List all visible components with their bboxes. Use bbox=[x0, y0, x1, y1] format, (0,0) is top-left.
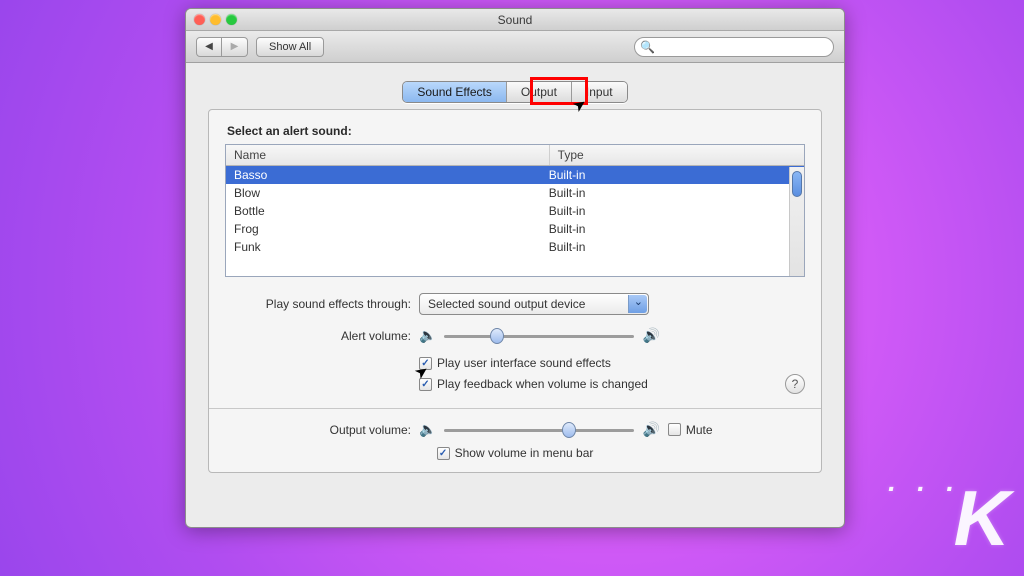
close-icon[interactable] bbox=[194, 14, 205, 25]
output-volume-label: Output volume: bbox=[225, 423, 411, 437]
table-body: Basso Built-in Blow Built-in Bottle Buil… bbox=[226, 166, 804, 276]
titlebar: Sound bbox=[186, 9, 844, 31]
back-button[interactable]: ◀ bbox=[196, 37, 222, 57]
alert-volume-slider[interactable] bbox=[444, 328, 634, 344]
cell-type: Built-in bbox=[549, 204, 796, 218]
tab-segment: Sound Effects Output Input bbox=[402, 81, 627, 103]
checkbox-mute[interactable]: Mute bbox=[668, 423, 713, 437]
slider-knob[interactable] bbox=[490, 328, 504, 344]
checkbox-label: Play feedback when volume is changed bbox=[437, 377, 648, 391]
slider-track bbox=[444, 335, 634, 338]
traffic-lights bbox=[194, 14, 237, 25]
content-area: Sound Effects Output Input ➤ Select an a… bbox=[186, 63, 844, 483]
checkbox-label: Mute bbox=[686, 423, 713, 437]
cell-name: Funk bbox=[234, 240, 549, 254]
tab-output[interactable]: Output bbox=[507, 82, 572, 102]
speaker-high-icon: 🔊 bbox=[642, 421, 659, 438]
cell-type: Built-in bbox=[549, 186, 796, 200]
search-wrap: 🔍 bbox=[634, 37, 834, 57]
alert-volume-label: Alert volume: bbox=[225, 329, 411, 343]
cell-name: Blow bbox=[234, 186, 549, 200]
table-row[interactable]: Funk Built-in bbox=[226, 238, 804, 256]
play-through-select[interactable]: Selected sound output device bbox=[419, 293, 649, 315]
play-through-label: Play sound effects through: bbox=[225, 297, 411, 311]
cell-name: Frog bbox=[234, 222, 549, 236]
alert-sound-heading: Select an alert sound: bbox=[227, 124, 805, 138]
table-row[interactable]: Bottle Built-in bbox=[226, 202, 804, 220]
cell-type: Built-in bbox=[549, 168, 796, 182]
checkbox-ui-effects[interactable]: ✓ Play user interface sound effects bbox=[419, 356, 611, 370]
checkbox-icon: ✓ bbox=[437, 447, 450, 460]
watermark-dots: · · · bbox=[886, 473, 960, 504]
search-icon: 🔍 bbox=[640, 40, 655, 54]
slider-knob[interactable] bbox=[562, 422, 576, 438]
checkbox-menubar[interactable]: ✓ Show volume in menu bar bbox=[437, 446, 594, 460]
cell-type: Built-in bbox=[549, 222, 796, 236]
checkbox-label: Play user interface sound effects bbox=[437, 356, 611, 370]
watermark-letter: K bbox=[954, 474, 1006, 562]
sound-prefs-window: Sound ◀ ▶ Show All 🔍 Sound Effects Outpu… bbox=[185, 8, 845, 528]
speaker-low-icon: 🔈 bbox=[419, 327, 436, 344]
help-button[interactable]: ? bbox=[785, 374, 805, 394]
table-scrollbar[interactable] bbox=[789, 167, 804, 276]
table-row[interactable]: Blow Built-in bbox=[226, 184, 804, 202]
cell-name: Basso bbox=[234, 168, 549, 182]
tab-input[interactable]: Input bbox=[572, 82, 627, 102]
window-title: Sound bbox=[498, 13, 533, 27]
forward-button[interactable]: ▶ bbox=[222, 37, 248, 57]
checkbox-feedback[interactable]: ✓ Play feedback when volume is changed bbox=[419, 377, 648, 391]
cell-type: Built-in bbox=[549, 240, 796, 254]
section-divider bbox=[209, 408, 821, 409]
table-header: Name Type bbox=[226, 145, 804, 166]
checkbox-icon: ✓ bbox=[419, 357, 432, 370]
tab-sound-effects[interactable]: Sound Effects bbox=[403, 82, 507, 102]
sound-effects-panel: Select an alert sound: Name Type Basso B… bbox=[208, 109, 822, 473]
checkbox-icon: ✓ bbox=[419, 378, 432, 391]
nav-back-forward: ◀ ▶ bbox=[196, 37, 248, 57]
tab-bar: Sound Effects Output Input ➤ bbox=[208, 81, 822, 103]
alert-sound-table[interactable]: Name Type Basso Built-in Blow Built-in B… bbox=[225, 144, 805, 277]
speaker-low-icon: 🔈 bbox=[419, 421, 436, 438]
scrollbar-thumb[interactable] bbox=[792, 171, 802, 197]
checkbox-icon bbox=[668, 423, 681, 436]
cell-name: Bottle bbox=[234, 204, 549, 218]
minimize-icon[interactable] bbox=[210, 14, 221, 25]
output-volume-slider[interactable] bbox=[444, 422, 634, 438]
table-row[interactable]: Frog Built-in bbox=[226, 220, 804, 238]
speaker-high-icon: 🔊 bbox=[642, 327, 659, 344]
table-row[interactable]: Basso Built-in bbox=[226, 166, 804, 184]
search-input[interactable] bbox=[634, 37, 834, 57]
slider-track bbox=[444, 429, 634, 432]
zoom-icon[interactable] bbox=[226, 14, 237, 25]
show-all-button[interactable]: Show All bbox=[256, 37, 324, 57]
col-name[interactable]: Name bbox=[226, 145, 550, 165]
col-type[interactable]: Type bbox=[550, 145, 804, 165]
watermark-logo: · · ·K bbox=[886, 473, 1006, 564]
checkbox-label: Show volume in menu bar bbox=[455, 446, 594, 460]
toolbar: ◀ ▶ Show All 🔍 bbox=[186, 31, 844, 63]
play-through-value: Selected sound output device bbox=[428, 297, 585, 311]
